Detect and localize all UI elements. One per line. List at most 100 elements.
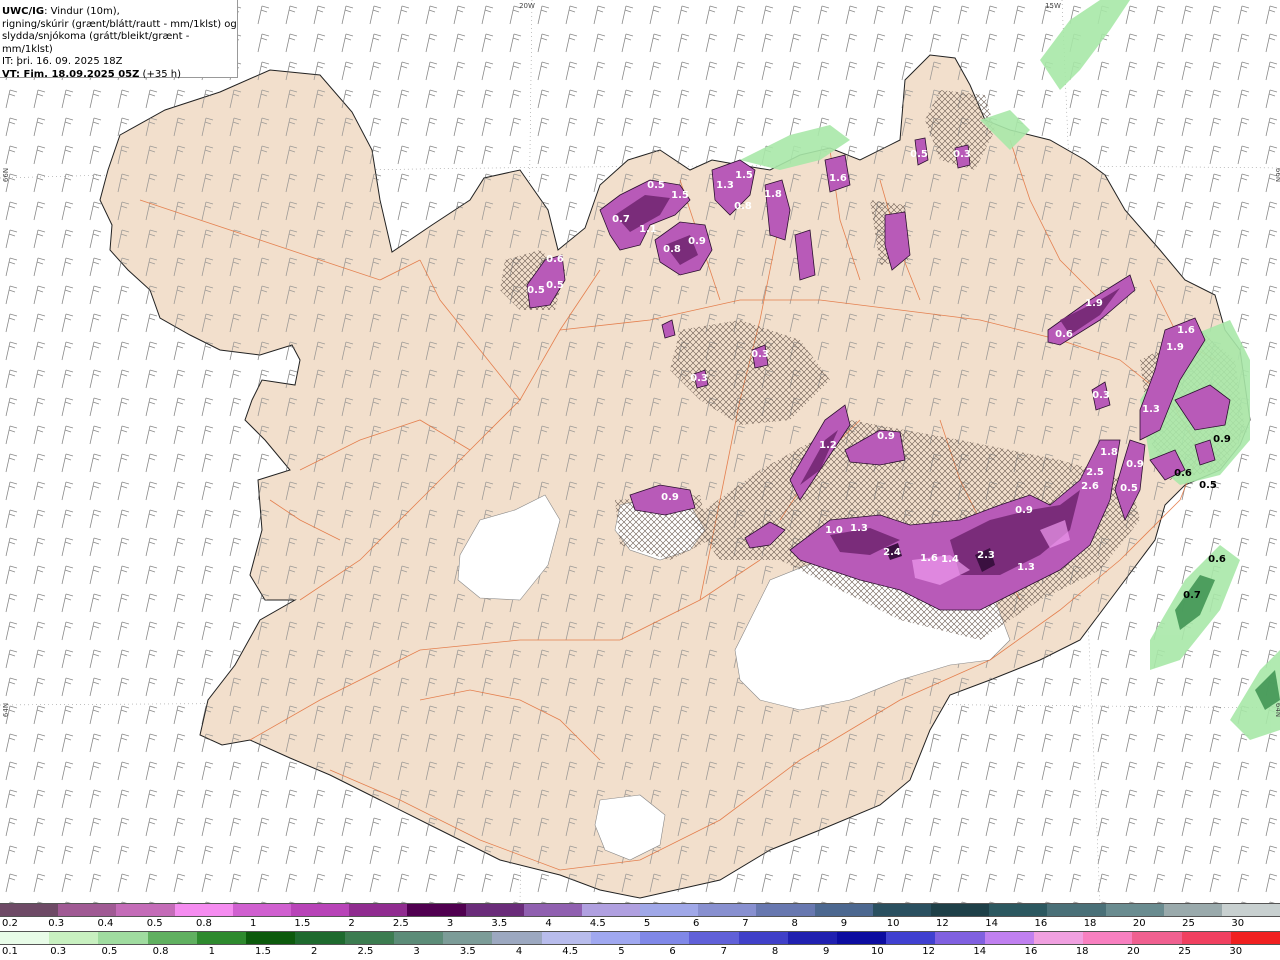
precip-value-label: 0.3: [690, 373, 708, 384]
legend-tick-label: 2.5: [357, 946, 374, 957]
legend-snow-colorbar: [0, 903, 1280, 917]
legend-tick-label: 10: [886, 918, 900, 929]
precip-value-label: 0.9: [661, 492, 679, 503]
legend-tick-label: 0.5: [146, 918, 163, 929]
product-description-3: slydda/snjókoma (grátt/bleikt/grænt - mm…: [2, 31, 190, 55]
legend-swatch: [886, 932, 936, 944]
legend-tick-label: 8: [771, 946, 779, 957]
legend-swatch: [872, 904, 931, 916]
legend-tick-label: 25: [1178, 946, 1191, 957]
legend-swatch: [1230, 932, 1280, 944]
legend-tick-label: 12: [936, 918, 949, 929]
legend-tick-label: 7: [742, 918, 749, 929]
legend-swatch: [640, 932, 690, 944]
precip-value-label: 1.3: [850, 523, 868, 534]
legend-tick-label: 2: [348, 918, 355, 929]
precip-value-label: 0.8: [734, 201, 752, 212]
legend-swatch: [492, 932, 542, 944]
legend-tick-label: 3: [446, 918, 454, 929]
legend-swatch: [541, 932, 591, 944]
legend-tick-label: 4.5: [589, 918, 606, 929]
weather-map[interactable]: 20W 15W 66N 66N 64N 64N 0.5 1.5 0.7 1.1 0.8 1.3 1.5…: [0, 0, 1280, 903]
legend-swatch: [814, 904, 873, 916]
legend-tick-label: 4: [545, 918, 552, 929]
legend-tick-label: 1: [249, 918, 257, 929]
legend-snow: 0.2 0.3 0.4 0.5 0.8 1 1.5 2 2.5 3 3.5 4 4.5 5 6 7 8 9 10 12…: [0, 903, 1280, 931]
legend-tick-label: 0.4: [97, 918, 114, 929]
product-description-1: : Vindur (10m),: [44, 6, 120, 17]
legend-rain: 0.1 0.3 0.5 0.8 1 1.5 2 2.5 3 3.5 4 4.5 5 6 7 8 9 10 12 14 1…: [0, 931, 1280, 959]
legend-tick-label: 12: [922, 946, 935, 957]
legend-rain-colorbar: [0, 931, 1280, 945]
precip-value-label: 0.9: [877, 431, 895, 442]
precip-value-label: 0.5: [1199, 480, 1217, 491]
legend-swatch: [407, 904, 466, 916]
legend-tick-label: 30: [1231, 918, 1245, 929]
legend-tick-label: 9: [823, 946, 830, 957]
precip-value-label: 1.5: [735, 170, 753, 181]
legend-tick-label: 0.8: [152, 946, 169, 957]
legend-swatch: [1033, 932, 1084, 944]
precip-value-label: 1.8: [1100, 447, 1118, 458]
legend-tick-label: 6: [669, 946, 676, 957]
legend-swatch: [1132, 932, 1182, 944]
legend-tick-label: 5: [618, 946, 625, 957]
legend-swatch: [295, 932, 345, 944]
legend-tick-label: 0.3: [48, 918, 65, 929]
precip-value-label: 0.5: [647, 180, 665, 191]
precip-value-label: 1.2: [819, 440, 837, 451]
precip-value-label: 0.3: [953, 149, 971, 160]
precip-value-label: 0.5: [527, 285, 545, 296]
legend-tick-label: 2.5: [392, 918, 409, 929]
precip-value-label: 1.6: [829, 173, 847, 184]
legend-swatch: [935, 932, 985, 944]
grid-label-lat-left: 64N: [2, 703, 10, 717]
legend-swatch: [147, 932, 197, 944]
precip-value-label: 0.6: [1055, 329, 1073, 340]
precip-value-label: 2.3: [977, 550, 995, 561]
legend-snow-ticks: 0.2 0.3 0.4 0.5 0.8 1 1.5 2 2.5 3 3.5 4 4.5 5 6 7 8 9 10 12…: [0, 917, 1280, 931]
legend-swatch: [0, 904, 59, 916]
precip-value-label: 1.6: [1177, 325, 1195, 336]
legend-swatch: [246, 932, 296, 944]
legend-swatch: [1181, 932, 1231, 944]
legend-tick-label: 3: [413, 946, 420, 957]
legend-tick-label: 3.5: [491, 918, 508, 929]
legend-tick-label: 7: [720, 946, 727, 957]
precip-value-label: 0.6: [1174, 468, 1192, 479]
precip-value-label: 0.9: [688, 236, 706, 247]
legend-swatch: [1047, 904, 1106, 916]
legend-swatch: [787, 932, 837, 944]
precip-value-label: 1.6: [920, 553, 938, 564]
legend-swatch: [756, 904, 815, 916]
legend-tick-label: 18: [1083, 918, 1097, 929]
precip-value-label: 1.3: [1017, 562, 1035, 573]
legend-tick-label: 20: [1127, 946, 1140, 957]
map-canvas: 20W 15W66N 66N64N 64N 0.51.50.71.10.81.31.5…: [0, 0, 1280, 903]
legend-swatch: [232, 904, 291, 916]
precip-value-label: 0.3: [1092, 390, 1110, 401]
legend-swatch: [393, 932, 444, 944]
precip-value-label: 1.8: [764, 189, 782, 200]
precip-value-label: 1.0: [825, 525, 843, 536]
legend-swatch: [698, 904, 757, 916]
legend-tick-label: 0.3: [50, 946, 67, 957]
init-time: IT: þri. 16. 09. 2025 18Z: [2, 56, 123, 67]
precip-value-label: 0.6: [1208, 554, 1226, 565]
legend-swatch: [116, 904, 175, 916]
precip-value-label: 2.4: [883, 547, 901, 558]
precip-value-label: 1.3: [1142, 404, 1160, 415]
precip-value-label: 0.3: [751, 349, 769, 360]
precip-value-label: 0.7: [1183, 590, 1201, 601]
legend-tick-label: 16: [1034, 918, 1048, 929]
legend-tick-label: 18: [1075, 946, 1089, 957]
grid-label-lat-left: 66N: [2, 168, 10, 182]
legend-swatch: [689, 932, 739, 944]
legend-swatch: [49, 932, 99, 944]
legend-swatch: [1105, 904, 1164, 916]
legend-swatch: [984, 932, 1034, 944]
legend-swatch: [590, 932, 641, 944]
legend-tick-label: 14: [985, 918, 998, 929]
legend-tick-label: 25: [1182, 918, 1195, 929]
precip-value-label: 0.8: [663, 244, 681, 255]
